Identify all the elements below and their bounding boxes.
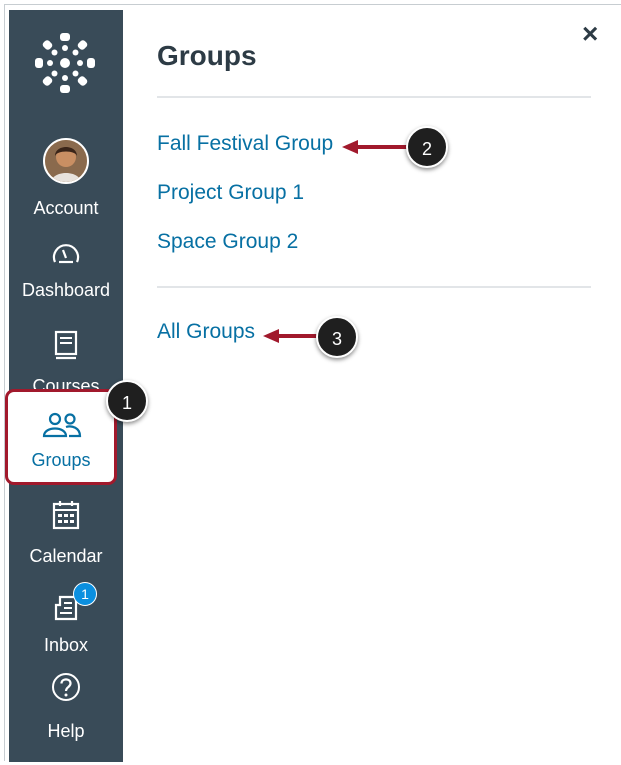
group-link-project-group-1[interactable]: Project Group 1	[157, 181, 304, 205]
tray-title: Groups	[157, 40, 257, 71]
callout-2: 2	[406, 126, 448, 168]
callout-3: 3	[316, 316, 358, 358]
nav-item-courses[interactable]: Courses	[9, 318, 123, 398]
close-icon[interactable]: ×	[582, 20, 598, 48]
nav-item-dashboard[interactable]: Dashboard	[9, 228, 123, 308]
users-icon	[42, 412, 82, 438]
nav-label-account: Account	[33, 198, 99, 218]
global-navigation: Account Dashboard Courses Calendar 1 Inb…	[9, 10, 123, 762]
divider	[157, 286, 591, 288]
speedometer-icon	[52, 244, 80, 264]
nav-label-calendar: Calendar	[29, 546, 103, 566]
nav-item-account[interactable]: Account	[9, 128, 123, 218]
user-avatar	[43, 138, 89, 184]
nav-label-inbox: Inbox	[43, 635, 89, 655]
group-link-space-group-2[interactable]: Space Group 2	[157, 230, 298, 254]
book-icon	[54, 330, 78, 360]
canvas-logo-icon[interactable]	[32, 30, 98, 96]
group-link-fall-festival[interactable]: Fall Festival Group	[157, 132, 333, 156]
callout-arrow-icon	[263, 329, 321, 343]
help-circle-icon	[52, 673, 80, 701]
nav-label-help: Help	[47, 721, 85, 741]
divider	[157, 96, 591, 98]
nav-item-calendar[interactable]: Calendar	[9, 490, 123, 570]
inbox-unread-badge: 1	[73, 582, 97, 606]
nav-item-groups[interactable]: Groups	[5, 389, 117, 485]
all-groups-link[interactable]: All Groups	[157, 320, 255, 344]
nav-label-dashboard: Dashboard	[21, 280, 111, 300]
nav-item-inbox[interactable]: 1 Inbox	[9, 575, 123, 660]
calendar-icon	[52, 501, 80, 530]
nav-label-groups: Groups	[31, 450, 91, 470]
callout-arrow-icon	[342, 140, 408, 154]
nav-item-help[interactable]: Help	[9, 665, 123, 745]
callout-1: 1	[106, 380, 148, 422]
